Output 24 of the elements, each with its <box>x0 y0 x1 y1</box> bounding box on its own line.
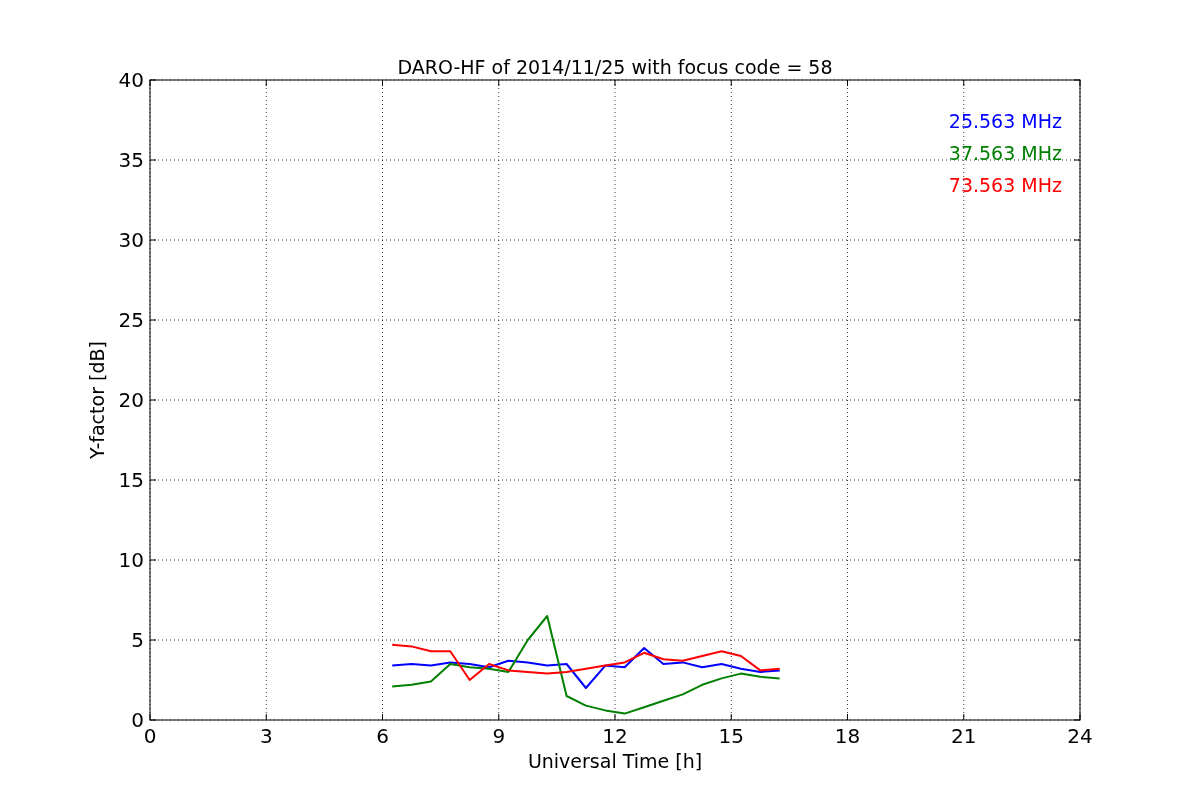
tick-label: 15 <box>118 468 144 492</box>
tick-label: 10 <box>118 548 144 572</box>
legend-label: 37.563 MHz <box>948 142 1062 164</box>
axis-label: Y-factor [dB] <box>86 341 108 459</box>
tick-label: 30 <box>118 228 144 252</box>
tick-label: 18 <box>834 724 861 748</box>
tick-label: 35 <box>118 148 144 172</box>
tick-label: 5 <box>131 628 144 652</box>
tick-label: 20 <box>118 388 144 412</box>
tick-label: 12 <box>602 724 628 748</box>
chart-title: DARO-HF of 2014/11/25 with focus code = 58 <box>397 56 833 78</box>
tick-label: 21 <box>951 724 977 748</box>
tick-label: 0 <box>143 724 157 748</box>
tick-label: 15 <box>718 724 744 748</box>
axis-label: Universal Time [h] <box>527 750 703 772</box>
tick-label: 40 <box>118 68 144 92</box>
tick-label: 24 <box>1067 724 1093 748</box>
tick-label: 25 <box>118 308 144 332</box>
tick-label: 0 <box>131 708 144 732</box>
tick-label: 6 <box>376 724 389 748</box>
tick-label: 3 <box>259 724 273 748</box>
legend-label: 73.563 MHz <box>948 174 1062 196</box>
legend-label: 25.563 MHz <box>948 110 1062 132</box>
tick-label: 9 <box>492 724 506 748</box>
